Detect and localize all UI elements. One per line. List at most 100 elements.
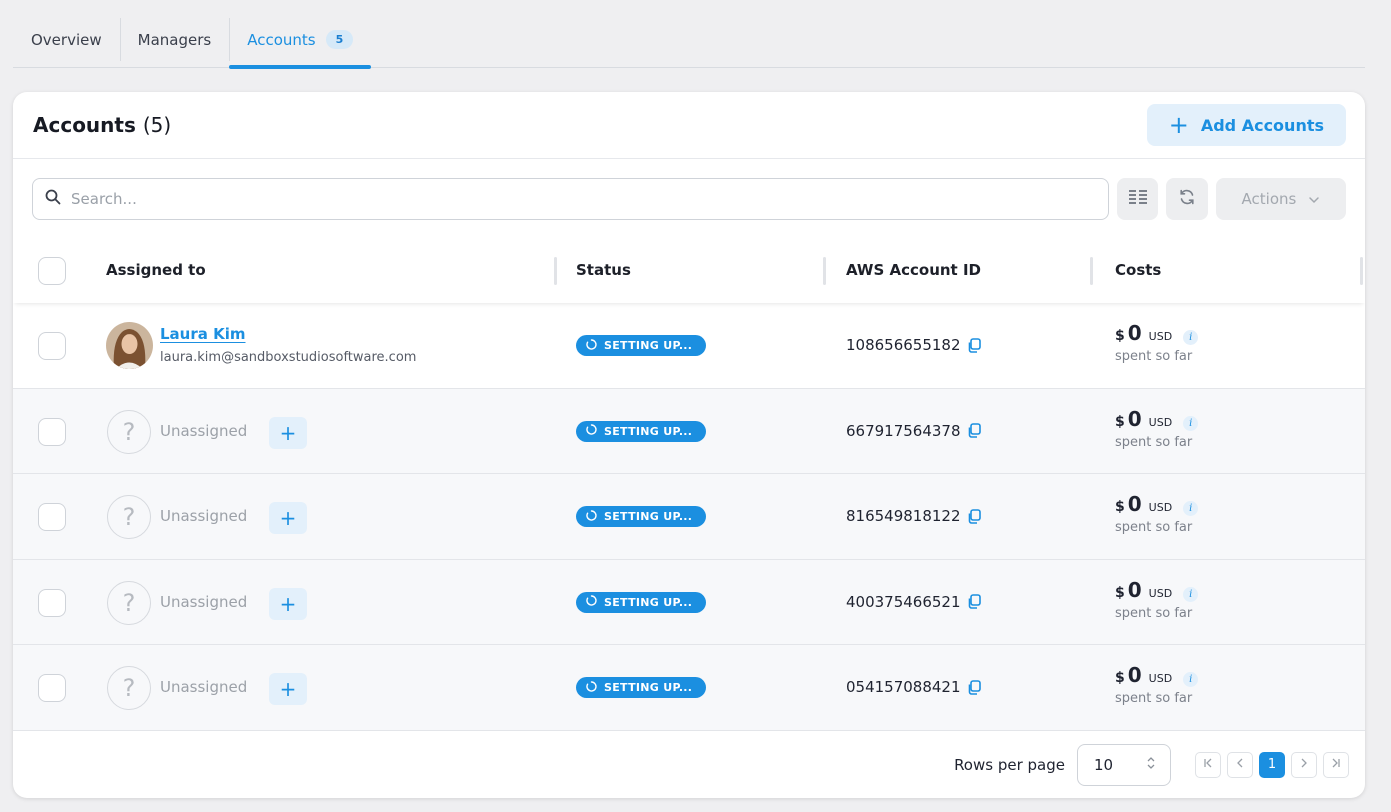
rows-per-page-label: Rows per page (954, 755, 1065, 774)
last-page-icon (1331, 757, 1341, 772)
cost-value: 0 (1127, 321, 1142, 345)
assign-user-button[interactable]: + (269, 587, 307, 620)
header-aws-id[interactable]: AWS Account ID (846, 261, 981, 279)
select-all-checkbox[interactable] (38, 257, 66, 285)
cost-unit: USD (1148, 415, 1173, 429)
search-input[interactable] (71, 190, 1108, 208)
refresh-button[interactable] (1166, 178, 1208, 220)
unassigned-avatar-icon: ? (107, 409, 151, 454)
chevron-right-icon (1299, 757, 1309, 772)
table-body: Laura Kim laura.kim@sandboxstudiosoftwar… (13, 303, 1365, 731)
tab-managers[interactable]: Managers (119, 12, 230, 67)
tab-label: Overview (31, 30, 102, 49)
header-assigned[interactable]: Assigned to (106, 261, 206, 279)
info-icon[interactable]: i (1183, 330, 1199, 345)
row-checkbox[interactable] (38, 674, 66, 702)
cost-cell: $ 0 USD i spent so far (1115, 492, 1199, 535)
tab-overview[interactable]: Overview (13, 12, 120, 67)
spinner-icon (586, 509, 597, 524)
cost-currency: $ (1115, 328, 1125, 344)
header-status[interactable]: Status (576, 261, 631, 279)
cost-value: 0 (1127, 492, 1142, 516)
actions-dropdown[interactable]: Actions (1215, 178, 1347, 220)
header-costs[interactable]: Costs (1115, 261, 1161, 279)
tab-accounts[interactable]: Accounts 5 (229, 12, 372, 69)
status-text: SETTING UP... (604, 595, 693, 609)
table-header: Assigned to Status AWS Account ID Costs (13, 239, 1365, 303)
column-resize-handle[interactable] (554, 257, 557, 285)
aws-account-id-text: 054157088421 (846, 678, 961, 696)
copy-icon[interactable] (967, 594, 981, 609)
info-icon[interactable]: i (1183, 501, 1199, 516)
assignee-unassigned: Unassigned (160, 678, 248, 696)
pagination: 1 (1195, 751, 1349, 778)
page-button-current[interactable]: 1 (1259, 751, 1285, 778)
search-box[interactable] (32, 178, 1109, 220)
table-row: ? Unassigned + SETTING UP... 05415708842… (13, 645, 1365, 731)
row-checkbox[interactable] (38, 417, 66, 446)
card-title-text: Accounts (33, 113, 136, 137)
unassigned-avatar-icon: ? (107, 495, 151, 539)
toolbar: Actions (32, 178, 1347, 220)
actions-label: Actions (1241, 190, 1297, 208)
aws-account-id: 054157088421 (846, 678, 981, 696)
info-icon[interactable]: i (1183, 672, 1199, 687)
tab-label: Managers (137, 30, 212, 49)
cost-currency: $ (1115, 584, 1125, 601)
cost-currency: $ (1115, 670, 1125, 686)
plus-icon: + (279, 677, 297, 701)
table-footer: Rows per page 10 1 (13, 731, 1365, 798)
cost-cell: $ 0 USD i spent so far (1115, 577, 1199, 621)
copy-icon[interactable] (967, 508, 981, 524)
first-page-button[interactable] (1195, 751, 1221, 778)
copy-icon[interactable] (967, 423, 981, 438)
updown-chevron-icon (1146, 756, 1156, 774)
avatar (106, 322, 153, 369)
aws-account-id-text: 108656655182 (846, 336, 961, 354)
assignee-name-link[interactable]: Laura Kim (160, 325, 246, 343)
page-title: Accounts (5) (33, 113, 171, 137)
cost-cell: $ 0 USD i spent so far (1115, 321, 1199, 364)
status-text: SETTING UP... (604, 339, 693, 352)
add-accounts-label: Add Accounts (1200, 115, 1324, 135)
last-page-button[interactable] (1323, 751, 1349, 778)
next-page-button[interactable] (1291, 751, 1317, 778)
row-checkbox[interactable] (38, 332, 66, 360)
rows-per-page-select[interactable]: 10 (1077, 743, 1171, 786)
assign-user-button[interactable]: + (269, 502, 307, 534)
info-icon[interactable]: i (1183, 415, 1199, 431)
row-checkbox[interactable] (38, 588, 66, 617)
chevron-down-icon (1308, 190, 1320, 208)
add-accounts-button[interactable]: + Add Accounts (1146, 104, 1346, 146)
prev-page-button[interactable] (1227, 751, 1253, 778)
first-page-icon (1203, 757, 1213, 772)
status-text: SETTING UP... (604, 681, 693, 694)
assign-user-button[interactable]: + (269, 416, 307, 449)
column-resize-handle[interactable] (1360, 257, 1363, 285)
assign-user-button[interactable]: + (269, 673, 307, 705)
tab-bar: Overview Managers Accounts 5 (13, 12, 1365, 69)
column-resize-handle[interactable] (1090, 257, 1093, 285)
copy-icon[interactable] (967, 337, 981, 353)
copy-icon[interactable] (967, 679, 981, 695)
row-checkbox[interactable] (38, 503, 66, 531)
status-badge: SETTING UP... (576, 506, 707, 527)
aws-account-id-text: 400375466521 (846, 592, 961, 611)
column-resize-handle[interactable] (823, 257, 826, 285)
cost-note: spent so far (1115, 520, 1193, 535)
cost-unit: USD (1148, 672, 1173, 685)
card-header: Accounts (5) + Add Accounts (13, 92, 1365, 159)
info-icon[interactable]: i (1183, 586, 1199, 602)
unassigned-avatar-icon: ? (107, 666, 151, 710)
column-view-button[interactable] (1117, 178, 1159, 220)
refresh-icon (1178, 188, 1196, 210)
aws-account-id: 667917564378 (846, 422, 981, 440)
cost-value: 0 (1127, 577, 1142, 602)
status-badge: SETTING UP... (576, 420, 707, 442)
assignee-unassigned: Unassigned (160, 592, 248, 611)
unassigned-avatar-icon: ? (107, 580, 151, 625)
aws-account-id: 108656655182 (846, 336, 981, 354)
cost-unit: USD (1148, 330, 1173, 343)
assignee-unassigned: Unassigned (160, 507, 248, 525)
rows-per-page-value: 10 (1094, 755, 1114, 774)
